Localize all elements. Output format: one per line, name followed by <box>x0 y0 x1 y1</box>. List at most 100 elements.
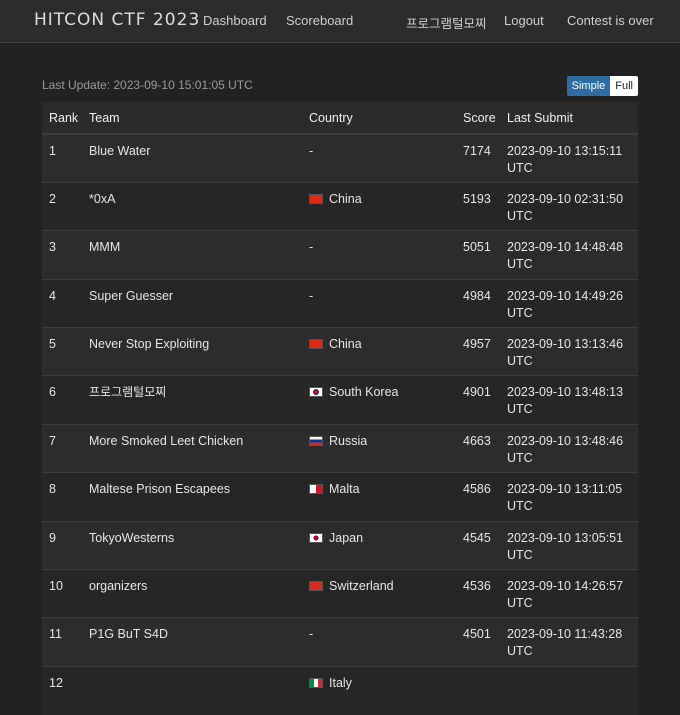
score-cell <box>456 666 500 714</box>
nav-scoreboard-link[interactable]: Scoreboard <box>286 13 353 28</box>
last-submit-cell <box>500 666 638 714</box>
last-submit-cell: 2023-09-10 13:05:51 UTC <box>507 530 624 562</box>
nav-logout-link[interactable]: Logout <box>504 13 544 28</box>
team-cell[interactable]: MMM <box>82 231 302 279</box>
table-row: 9 TokyoWesterns Japan 4545 2023-09-10 13:05:… <box>42 521 638 570</box>
last-submit-cell: 2023-09-10 11:43:28 UTC <box>507 627 623 659</box>
team-cell[interactable]: Maltese Prison Escapees <box>82 473 302 521</box>
header-score[interactable]: Score <box>456 102 500 134</box>
score-cell: 4586 <box>463 482 491 497</box>
view-toggle: Simple Full <box>566 76 638 96</box>
top-navbar: HITCON CTF 2023 Dashboard Scoreboard 프로그… <box>0 0 680 43</box>
table-header: Rank Team Country Score Last Submit <box>42 102 638 134</box>
score-cell: 4663 <box>463 433 491 448</box>
last-submit-cell: 2023-09-10 14:48:48 UTC <box>507 240 624 272</box>
switzerland-flag-icon <box>309 581 323 592</box>
table-row: 7 More Smoked Leet Chicken Russia 4663 2023-… <box>42 424 638 473</box>
last-submit-cell: 2023-09-10 14:26:57 UTC <box>507 579 624 611</box>
last-submit-cell: 2023-09-10 13:13:46 UTC <box>507 337 624 369</box>
country-label: Russia <box>329 433 368 448</box>
rank-cell: 7 <box>49 433 56 448</box>
scoreboard-container: Last Update: 2023-09-10 15:01:05 UTC Sim… <box>42 74 638 715</box>
country-cell: China <box>302 182 456 230</box>
last-update-text: Last Update: 2023-09-10 15:01:05 UTC <box>42 78 253 92</box>
header-last-submit[interactable]: Last Submit <box>500 102 638 134</box>
malta-flag-icon <box>309 484 323 495</box>
score-cell: 4536 <box>463 579 491 594</box>
country-cell: Russia <box>302 424 456 472</box>
team-cell[interactable]: Blue Water <box>82 134 302 182</box>
nav-user-link[interactable]: 프로그램털모찌 <box>406 13 487 32</box>
rank-cell: 12 <box>49 675 63 690</box>
contest-status: Contest is over <box>567 13 654 28</box>
team-cell[interactable]: More Smoked Leet Chicken <box>82 424 302 472</box>
table-row: 6 프로그램털모찌 South Korea 4901 2023-09-10 13:48:… <box>42 375 638 425</box>
team-cell[interactable]: 프로그램털모찌 <box>82 376 302 424</box>
table-row: 3 MMM - 5051 2023-09-10 14:48:48 UTC <box>42 230 638 280</box>
header-team[interactable]: Team <box>82 102 302 134</box>
table-body: 1 Blue Water -7174 2023-09-10 13:15:11 UTC 2… <box>42 134 638 715</box>
rank-cell: 8 <box>49 482 56 497</box>
last-submit-cell: 2023-09-10 13:48:46 UTC <box>507 433 624 465</box>
china-flag-icon <box>309 193 323 204</box>
rank-cell: 5 <box>49 337 56 352</box>
team-cell[interactable]: organizers <box>82 570 302 618</box>
country-label: Italy <box>329 675 352 690</box>
table-row: 10 organizers Switzerland 4536 2023-09-10 14… <box>42 569 638 618</box>
south-korea-flag-icon <box>309 387 323 398</box>
simple-view-button[interactable]: Simple <box>566 76 611 96</box>
rank-cell: 2 <box>49 191 56 206</box>
country-cell: Malta <box>302 473 456 521</box>
country-cell: Switzerland <box>302 570 456 618</box>
brand-logo[interactable]: HITCON CTF 2023 <box>34 10 200 30</box>
update-row: Last Update: 2023-09-10 15:01:05 UTC Sim… <box>42 74 638 96</box>
header-rank[interactable]: Rank <box>42 102 82 134</box>
country-label: - <box>309 240 314 255</box>
team-cell[interactable]: TokyoWesterns <box>82 521 302 569</box>
rank-cell: 6 <box>49 385 56 400</box>
rank-cell: 10 <box>49 579 63 594</box>
nav-dashboard-link[interactable]: Dashboard <box>203 13 267 28</box>
country-label: - <box>309 144 314 158</box>
country-cell: Italy <box>302 666 456 714</box>
score-cell: 4545 <box>463 530 491 545</box>
country-label: Malta <box>329 482 360 497</box>
russia-flag-icon <box>309 435 323 446</box>
rank-cell: 4 <box>49 288 56 303</box>
country-label: China <box>329 337 362 352</box>
country-label: Switzerland <box>329 579 394 594</box>
score-cell: 7174 <box>463 144 491 158</box>
japan-flag-icon <box>309 532 323 543</box>
country-cell: - <box>302 618 456 666</box>
last-submit-cell: 2023-09-10 13:11:05 UTC <box>507 482 623 514</box>
country-cell: China <box>302 328 456 376</box>
rank-cell: 3 <box>49 240 56 255</box>
country-label: China <box>329 191 362 206</box>
rank-cell: 9 <box>49 530 56 545</box>
score-cell: 4901 <box>463 385 491 400</box>
header-row: Rank Team Country Score Last Submit <box>42 102 638 134</box>
header-country[interactable]: Country <box>302 102 456 134</box>
table-row: 11 P1G BuT S4D - 4501 2023-09-10 11:43:28 UT… <box>42 617 638 667</box>
table-row: 5 Never Stop Exploiting China 4957 2023-09-1… <box>42 327 638 376</box>
country-label: - <box>309 288 314 303</box>
score-cell: 5051 <box>463 240 491 255</box>
full-view-button[interactable]: Full <box>610 76 638 96</box>
team-cell[interactable] <box>82 666 302 714</box>
country-label: - <box>309 627 314 642</box>
team-cell[interactable]: Super Guesser <box>82 279 302 327</box>
team-cell[interactable]: Never Stop Exploiting <box>82 328 302 376</box>
table-row: 8 Maltese Prison Escapees Malta 4586 2023-09… <box>42 472 638 522</box>
china-flag-icon <box>309 339 323 350</box>
country-cell: Japan <box>302 521 456 569</box>
country-cell: - <box>302 134 456 182</box>
table-row: 12 Italy <box>42 666 638 715</box>
last-submit-cell: 2023-09-10 13:48:13 UTC <box>507 385 624 417</box>
last-submit-cell: 2023-09-10 02:31:50 UTC <box>507 191 624 223</box>
country-cell: - <box>302 231 456 279</box>
score-cell: 4957 <box>463 337 491 352</box>
team-cell[interactable]: P1G BuT S4D <box>82 618 302 666</box>
rank-cell: 11 <box>49 627 62 642</box>
team-cell[interactable]: *0xA <box>82 182 302 230</box>
italy-flag-icon <box>309 677 323 688</box>
